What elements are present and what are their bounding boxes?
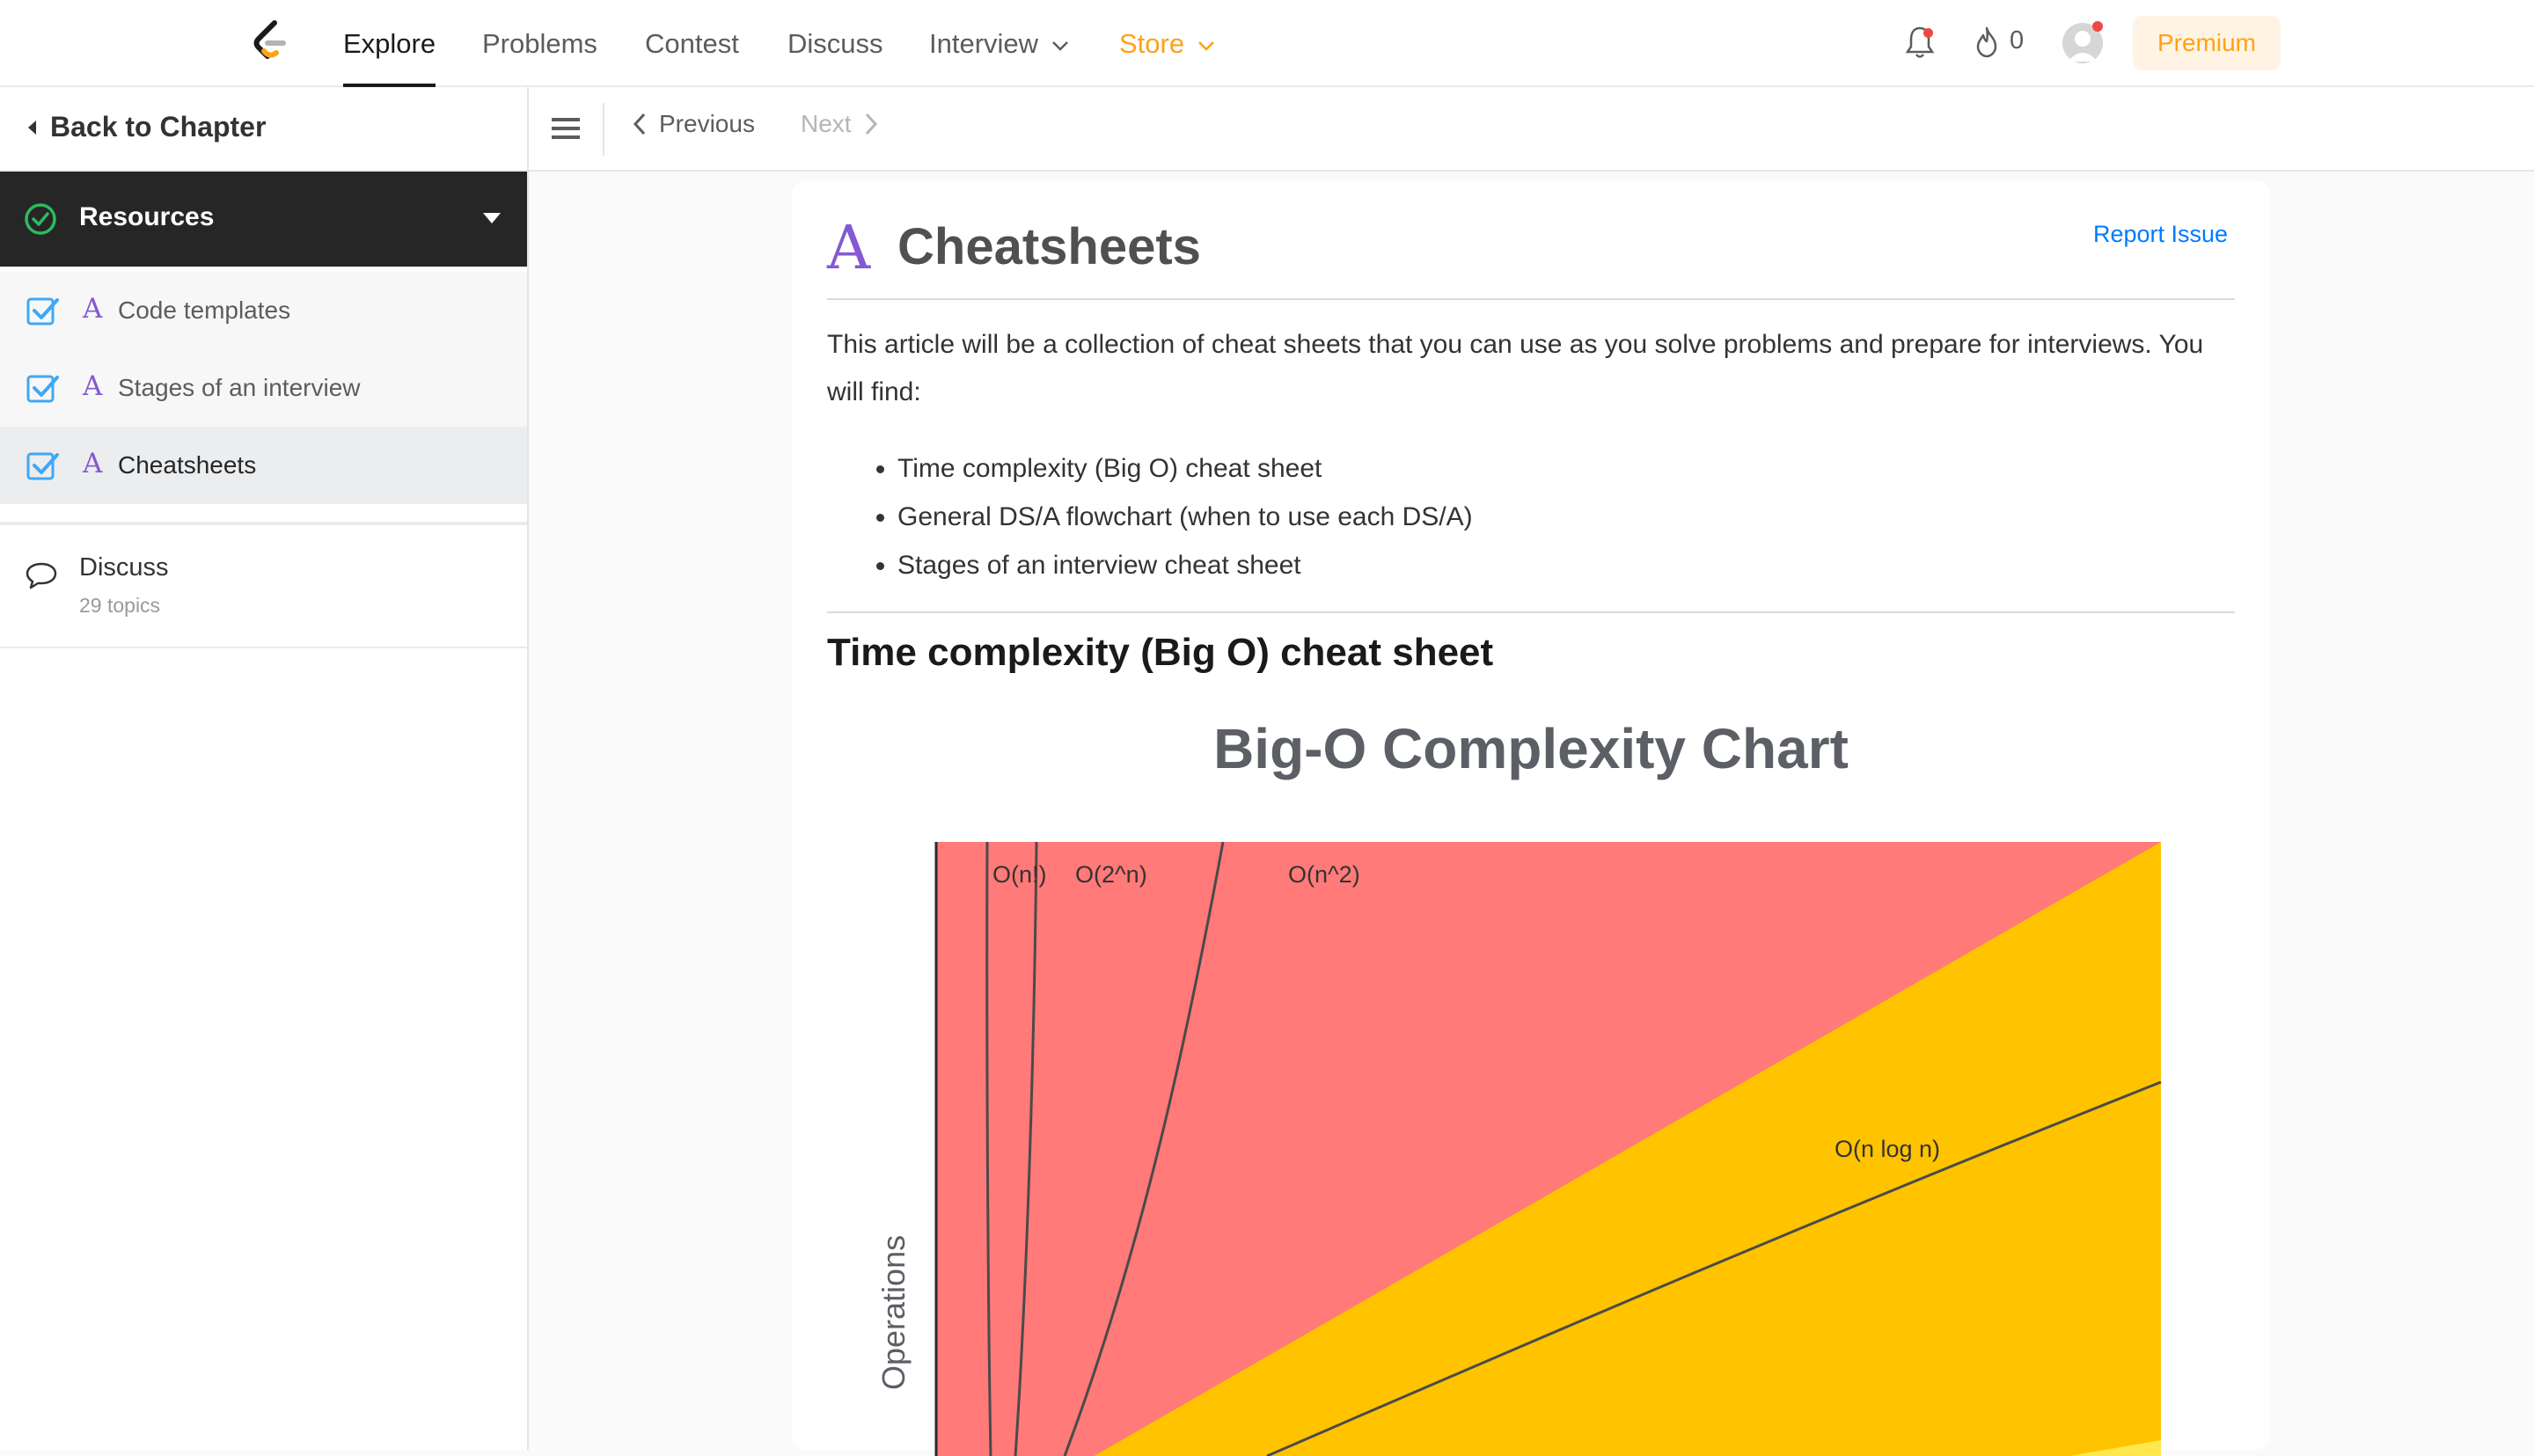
page-title: Cheatsheets bbox=[897, 218, 1201, 275]
chevron-down-icon bbox=[1197, 40, 1214, 51]
chevron-left-icon bbox=[633, 113, 646, 135]
divider bbox=[827, 298, 2235, 300]
discuss-link[interactable]: Discuss 29 topics bbox=[0, 525, 527, 648]
section-heading: Time complexity (Big O) cheat sheet bbox=[827, 631, 1494, 674]
logo-icon[interactable] bbox=[248, 19, 292, 67]
article-toolbar: Previous Next bbox=[529, 87, 2534, 172]
intro-paragraph: This article will be a collection of che… bbox=[827, 330, 2204, 406]
previous-button[interactable]: Previous bbox=[633, 110, 755, 138]
discuss-label: Discuss bbox=[79, 553, 169, 582]
top-nav: Explore Problems Contest Discuss Intervi… bbox=[0, 0, 2534, 87]
back-to-chapter-button[interactable]: Back to Chapter bbox=[0, 87, 527, 172]
article-card: A Cheatsheets Report Issue This article … bbox=[792, 180, 2270, 1456]
chapter-item-label: Code templates bbox=[118, 296, 291, 324]
menu-icon[interactable] bbox=[550, 115, 582, 142]
chevron-down-icon bbox=[1051, 40, 1068, 51]
resources-section-header[interactable]: Resources bbox=[0, 172, 527, 267]
chapter-item-label: Cheatsheets bbox=[118, 451, 257, 479]
chart-title: Big-O Complexity Chart bbox=[1213, 717, 1849, 780]
nav-problems[interactable]: Problems bbox=[482, 0, 597, 87]
list-item: General DS/A flowchart (when to use each… bbox=[897, 493, 1473, 541]
next-button[interactable]: Next bbox=[801, 110, 878, 138]
nav-store-label: Store bbox=[1119, 28, 1185, 59]
list-item: Time complexity (Big O) cheat sheet bbox=[897, 444, 1473, 493]
chevron-right-icon bbox=[865, 113, 877, 135]
article-icon: A bbox=[83, 293, 103, 325]
nav-store[interactable]: Store bbox=[1119, 0, 1215, 87]
checkbox-checked-icon[interactable] bbox=[26, 373, 60, 403]
divider bbox=[827, 611, 2235, 613]
next-label: Next bbox=[801, 110, 852, 137]
caret-down-icon bbox=[483, 213, 501, 223]
article-icon: A bbox=[83, 448, 103, 479]
section-label: Resources bbox=[79, 202, 215, 231]
caret-left-icon bbox=[28, 121, 36, 135]
sidebar: Back to Chapter Resources A Code templat… bbox=[0, 87, 529, 1450]
notification-dot bbox=[1923, 28, 1933, 38]
series-label: O(n^2) bbox=[1288, 861, 1360, 888]
bullet-list: Time complexity (Big O) cheat sheet Gene… bbox=[897, 444, 1473, 589]
premium-button[interactable]: Premium bbox=[2133, 16, 2281, 70]
checkbox-checked-icon[interactable] bbox=[26, 450, 60, 480]
back-label: Back to Chapter bbox=[50, 111, 267, 143]
fire-icon[interactable] bbox=[1973, 25, 2001, 60]
chapter-item-label: Stages of an interview bbox=[118, 374, 361, 401]
big-o-chart: Big-O Complexity Chart Operations O(n!) … bbox=[875, 717, 2162, 1456]
chapter-list: A Code templates A Stages of an intervie… bbox=[0, 272, 527, 504]
series-label: O(n!) bbox=[992, 861, 1047, 888]
list-item: Stages of an interview cheat sheet bbox=[897, 541, 1473, 589]
nav-contest[interactable]: Contest bbox=[645, 0, 739, 87]
chapter-item-stages-of-an-interview[interactable]: A Stages of an interview bbox=[0, 349, 527, 427]
nav-interview[interactable]: Interview bbox=[929, 0, 1069, 87]
nav-discuss[interactable]: Discuss bbox=[787, 0, 883, 87]
chart-ylabel: Operations bbox=[875, 1235, 912, 1390]
check-circle-icon bbox=[25, 203, 56, 235]
nav-interview-label: Interview bbox=[929, 28, 1039, 59]
article-icon: A bbox=[83, 370, 103, 402]
report-issue-link[interactable]: Report Issue bbox=[2093, 221, 2228, 248]
series-label: O(2^n) bbox=[1075, 861, 1147, 888]
series-label: O(n log n) bbox=[1835, 1136, 1940, 1162]
chapter-item-cheatsheets[interactable]: A Cheatsheets bbox=[0, 427, 527, 504]
chapter-item-code-templates[interactable]: A Code templates bbox=[0, 272, 527, 349]
toolbar-divider bbox=[603, 103, 604, 156]
avatar-dot bbox=[2092, 21, 2103, 32]
chat-bubble-icon bbox=[26, 562, 57, 589]
checkbox-checked-icon[interactable] bbox=[26, 296, 60, 326]
previous-label: Previous bbox=[659, 110, 755, 137]
article-type-icon: A bbox=[827, 214, 871, 283]
discuss-topic-count: 29 topics bbox=[79, 594, 161, 617]
nav-explore[interactable]: Explore bbox=[343, 0, 436, 87]
streak-count: 0 bbox=[2010, 26, 2025, 55]
